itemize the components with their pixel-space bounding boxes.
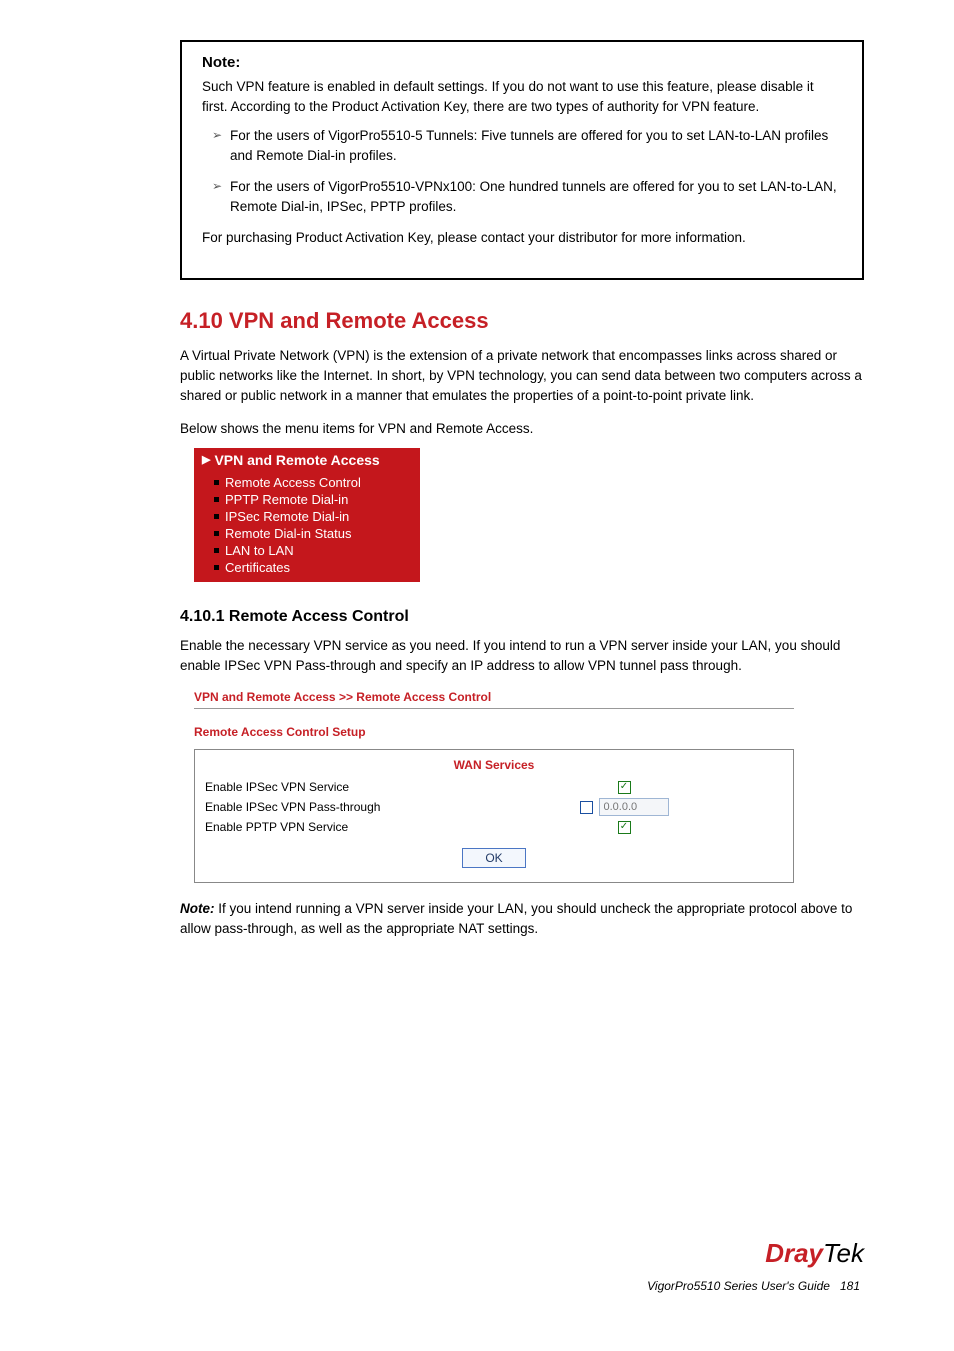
below-shows-text: Below shows the menu items for VPN and R…	[180, 421, 864, 436]
ipsec-passthrough-checkbox[interactable]: ✓	[580, 801, 593, 814]
section-paragraph: A Virtual Private Network (VPN) is the e…	[180, 346, 864, 407]
arrow-icon: ➢	[212, 128, 230, 142]
subsection-heading: 4.10.1 Remote Access Control	[180, 608, 864, 626]
vpn-nav-header-label: VPN and Remote Access	[214, 452, 379, 468]
arrow-icon: ➢	[212, 179, 230, 193]
rac-row-ipsec: Enable IPSec VPN Service ✓	[205, 778, 783, 796]
note-box: Note: Such VPN feature is enabled in def…	[180, 40, 864, 280]
nav-item-pptp-remote-dialin[interactable]: PPTP Remote Dial-in	[214, 491, 420, 508]
nav-item-ipsec-remote-dialin[interactable]: IPSec Remote Dial-in	[214, 508, 420, 525]
note-bullet: ➢ For the users of VigorPro5510-5 Tunnel…	[212, 126, 842, 165]
note-box-trail: For purchasing Product Activation Key, p…	[202, 228, 842, 248]
nav-item-label: LAN to LAN	[225, 543, 294, 558]
note-bullet-text: For the users of VigorPro5510-VPNx100: O…	[230, 177, 842, 216]
remote-access-control-panel: VPN and Remote Access >> Remote Access C…	[194, 690, 794, 883]
rac-row-label: Enable IPSec VPN Service	[205, 780, 465, 794]
divider	[194, 708, 794, 709]
vpn-nav-menu: ▶ VPN and Remote Access Remote Access Co…	[194, 448, 420, 582]
rac-row-label: Enable PPTP VPN Service	[205, 820, 465, 834]
passthrough-ip-input[interactable]	[599, 798, 669, 816]
rac-setup-title: Remote Access Control Setup	[194, 725, 794, 739]
note-box-intro: Such VPN feature is enabled in default s…	[202, 77, 842, 116]
triangle-right-icon: ▶	[202, 453, 210, 466]
vpn-nav-header[interactable]: ▶ VPN and Remote Access	[194, 448, 420, 472]
rac-row-passthrough: Enable IPSec VPN Pass-through ✓	[205, 796, 783, 818]
note-bullet-text: For the users of VigorPro5510-5 Tunnels:…	[230, 126, 842, 165]
nav-item-label: Remote Dial-in Status	[225, 526, 351, 541]
page-number: VigorPro5510 Series User's Guide 181	[647, 1279, 860, 1293]
square-bullet-icon	[214, 497, 219, 502]
bottom-note-text: If you intend running a VPN server insid…	[180, 901, 852, 936]
note-box-title: Note:	[202, 54, 842, 71]
brand-part1: Dray	[765, 1238, 823, 1268]
wan-services-header: WAN Services	[205, 758, 783, 772]
bottom-note-label: Note:	[180, 901, 215, 916]
nav-item-remote-access-control[interactable]: Remote Access Control	[214, 474, 420, 491]
square-bullet-icon	[214, 548, 219, 553]
subsection-paragraph: Enable the necessary VPN service as you …	[180, 636, 864, 677]
bottom-note: Note: If you intend running a VPN server…	[180, 899, 864, 940]
nav-item-lan-to-lan[interactable]: LAN to LAN	[214, 542, 420, 559]
nav-item-label: Remote Access Control	[225, 475, 361, 490]
pptp-vpn-checkbox[interactable]: ✓	[618, 821, 631, 834]
brand-part2: Tek	[823, 1238, 864, 1268]
rac-setup-box: WAN Services Enable IPSec VPN Service ✓ …	[194, 749, 794, 883]
nav-item-label: Certificates	[225, 560, 290, 575]
square-bullet-icon	[214, 514, 219, 519]
section-heading: 4.10 VPN and Remote Access	[180, 308, 864, 334]
square-bullet-icon	[214, 531, 219, 536]
brand-logo: DrayTek	[765, 1238, 864, 1269]
nav-item-label: IPSec Remote Dial-in	[225, 509, 349, 524]
note-bullet: ➢ For the users of VigorPro5510-VPNx100:…	[212, 177, 842, 216]
rac-row-label: Enable IPSec VPN Pass-through	[205, 800, 465, 814]
square-bullet-icon	[214, 565, 219, 570]
breadcrumb: VPN and Remote Access >> Remote Access C…	[194, 690, 794, 708]
rac-row-pptp: Enable PPTP VPN Service ✓	[205, 818, 783, 836]
ipsec-vpn-checkbox[interactable]: ✓	[618, 781, 631, 794]
nav-item-certificates[interactable]: Certificates	[214, 559, 420, 576]
square-bullet-icon	[214, 480, 219, 485]
ok-button[interactable]: OK	[462, 848, 525, 868]
nav-item-label: PPTP Remote Dial-in	[225, 492, 348, 507]
nav-item-remote-dialin-status[interactable]: Remote Dial-in Status	[214, 525, 420, 542]
